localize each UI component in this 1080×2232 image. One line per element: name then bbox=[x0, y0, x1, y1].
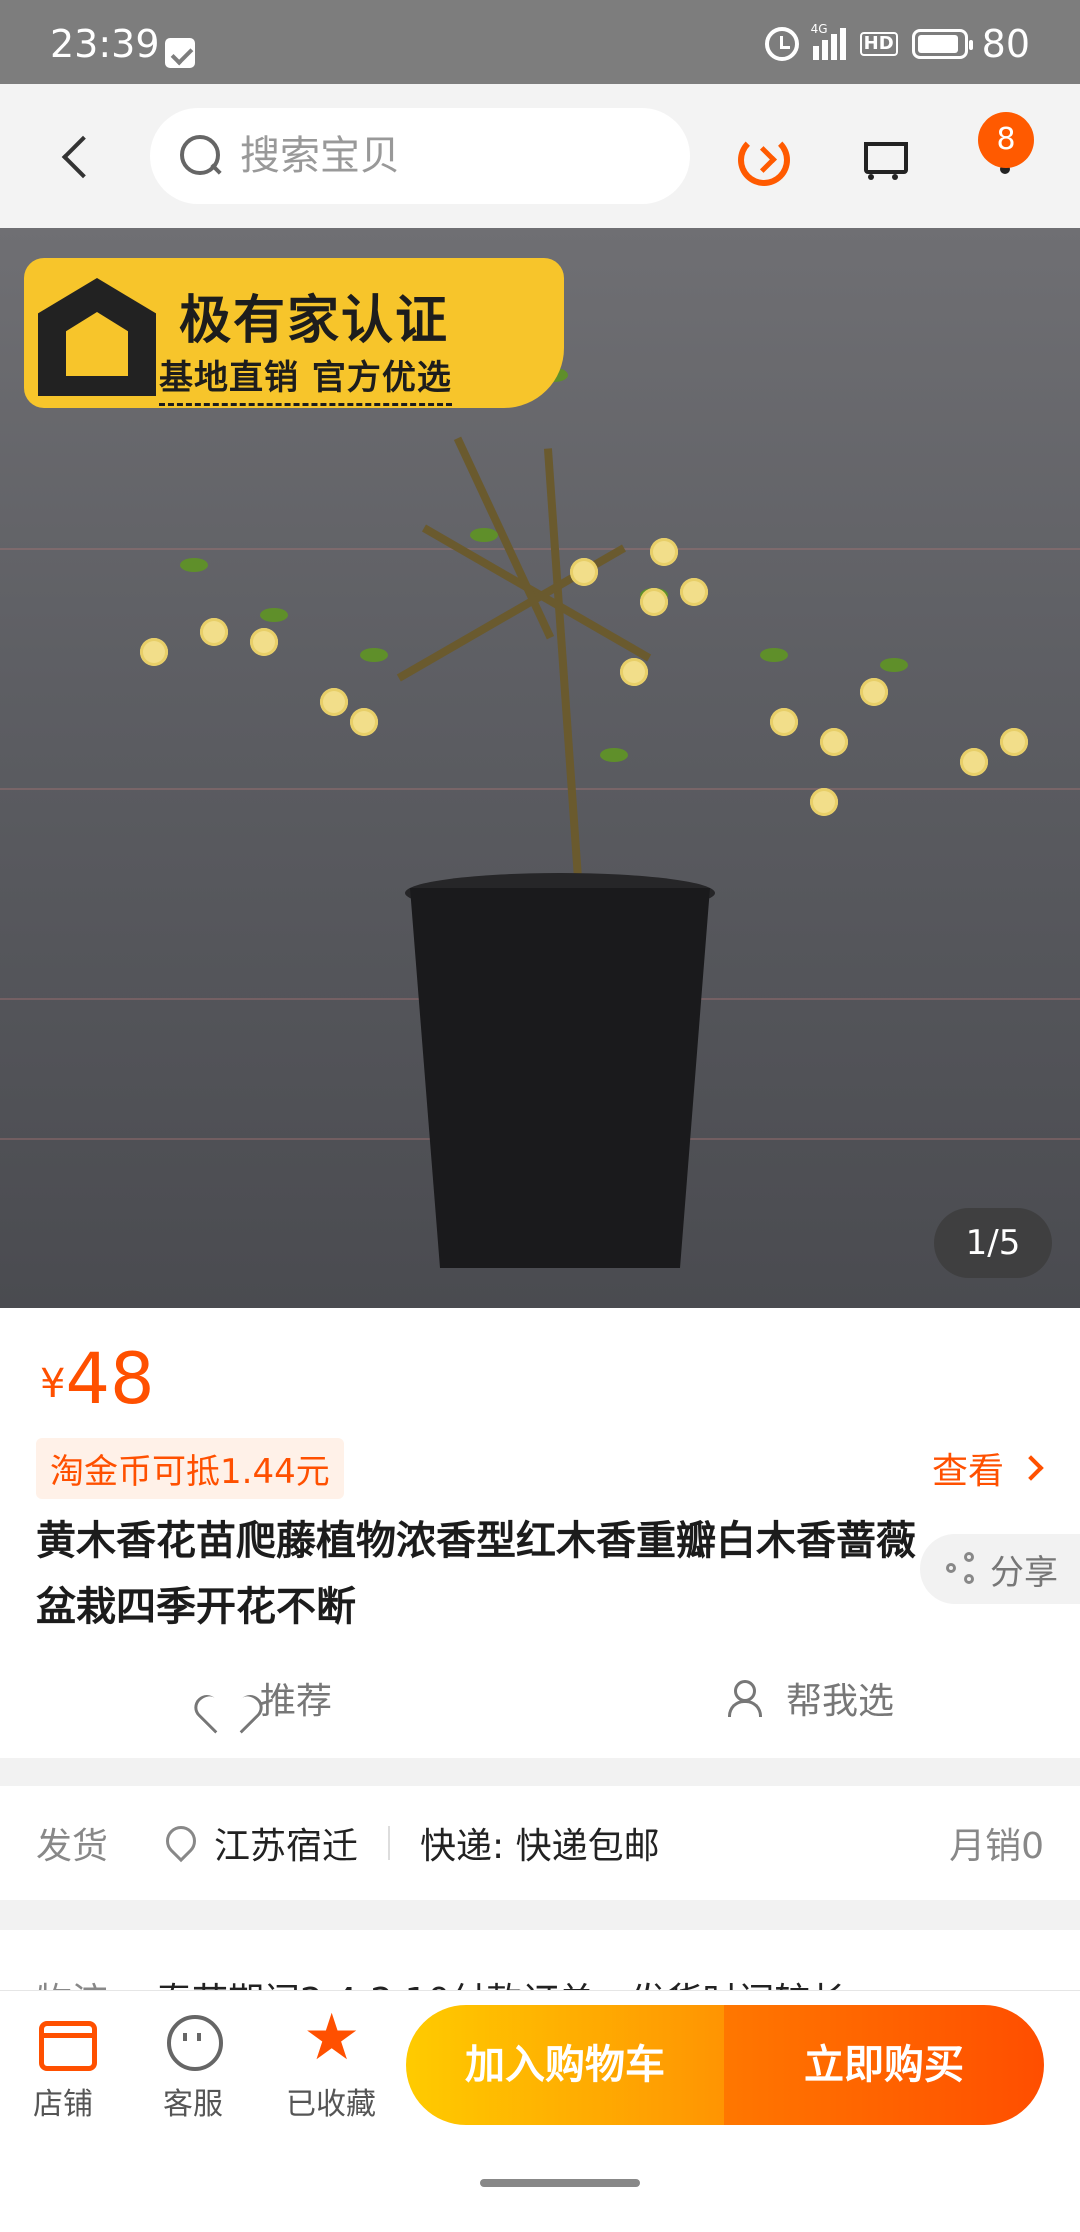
battery-icon bbox=[911, 29, 973, 59]
recommend-label: 推荐 bbox=[260, 1681, 333, 1722]
add-to-cart-button[interactable]: 加入购物车 bbox=[406, 2005, 724, 2125]
share-button[interactable]: 分享 bbox=[920, 1534, 1080, 1604]
buy-now-button[interactable]: 立即购买 bbox=[724, 2005, 1044, 2125]
price: ¥48 bbox=[40, 1338, 155, 1420]
product-info: ¥48 淘金币可抵1.44元 查看 黄木香花苗爬藤植物浓香型红木香重瓣白木香蔷薇… bbox=[0, 1308, 1080, 1758]
chevron-right-icon bbox=[1018, 1455, 1044, 1481]
favorite-button[interactable]: 已收藏 bbox=[276, 2001, 386, 2123]
shop-button[interactable]: 店铺 bbox=[8, 2011, 118, 2123]
battery-level: 80 bbox=[981, 22, 1030, 66]
alarm-icon bbox=[764, 27, 799, 61]
search-bar[interactable] bbox=[150, 108, 690, 204]
ship-from: 江苏宿迁 bbox=[214, 1826, 359, 1867]
location-icon bbox=[164, 1826, 192, 1860]
refresh-icon[interactable] bbox=[730, 124, 794, 188]
image-counter: 1/5 bbox=[934, 1208, 1052, 1278]
brand-logo-icon bbox=[38, 278, 156, 396]
logistics-text: 春节期间2.4-2.10付款订单，发货时间较长 bbox=[156, 1972, 846, 1990]
customer-service-icon bbox=[163, 2011, 223, 2071]
shipping-row[interactable]: 发货 江苏宿迁 快递: 快递包邮 月销0 bbox=[0, 1786, 1080, 1900]
back-icon[interactable] bbox=[58, 132, 98, 180]
recommend-button[interactable]: 推荐 bbox=[204, 1672, 332, 1724]
search-icon bbox=[180, 135, 222, 177]
bottom-action-bar: 店铺 客服 已收藏 加入购物车 立即购买 bbox=[0, 1990, 1080, 2232]
view-label: 查看 bbox=[931, 1451, 1004, 1492]
help-choose-label: 帮我选 bbox=[786, 1681, 895, 1722]
status-bar: 23:39 4G HD 80 bbox=[0, 0, 1080, 84]
status-icons: 4G HD 80 bbox=[764, 22, 1030, 66]
cert-title: 极有家认证 bbox=[179, 291, 450, 351]
cert-subtitle: 基地直销 官方优选 bbox=[159, 350, 452, 406]
coin-discount-tag[interactable]: 淘金币可抵1.44元 bbox=[36, 1438, 344, 1499]
customer-service-button[interactable]: 客服 bbox=[138, 2011, 248, 2123]
star-icon bbox=[301, 2001, 361, 2075]
currency-symbol: ¥ bbox=[40, 1361, 66, 1407]
price-amount: 48 bbox=[65, 1338, 155, 1420]
heart-icon bbox=[204, 1679, 246, 1717]
divider bbox=[388, 1826, 390, 1860]
hd-voice-icon: HD bbox=[859, 32, 898, 56]
monthly-sales: 月销0 bbox=[949, 1826, 1044, 1867]
signal-icon: 4G bbox=[811, 22, 846, 60]
help-choose-button[interactable]: 帮我选 bbox=[726, 1672, 894, 1724]
product-title: 黄木香花苗爬藤植物浓香型红木香重瓣白木香蔷薇盆栽四季开花不断 bbox=[36, 1518, 916, 1630]
favorited-label: 已收藏 bbox=[286, 2087, 376, 2122]
view-link[interactable]: 查看 bbox=[931, 1442, 1044, 1494]
product-image[interactable]: 极有家认证 基地直销 官方优选 1/5 bbox=[0, 228, 1080, 1308]
certification-badge: 极有家认证 基地直销 官方优选 bbox=[24, 258, 564, 408]
shipping-label: 发货 bbox=[36, 1826, 109, 1867]
cart-icon[interactable] bbox=[852, 124, 916, 188]
logistics-label: 物流 bbox=[36, 1972, 108, 1990]
search-input[interactable] bbox=[240, 133, 660, 179]
shop-icon bbox=[33, 2011, 97, 2071]
service-label: 客服 bbox=[163, 2087, 223, 2122]
share-icon bbox=[946, 1552, 980, 1586]
notification-icon bbox=[165, 38, 195, 68]
cart-badge: 8 bbox=[978, 112, 1034, 168]
share-label: 分享 bbox=[990, 1552, 1058, 1593]
logistics-row[interactable]: 物流 春节期间2.4-2.10付款订单，发货时间较长 bbox=[0, 1930, 1080, 1990]
home-indicator[interactable] bbox=[480, 2179, 640, 2187]
status-time: 23:39 bbox=[50, 22, 160, 66]
people-icon bbox=[726, 1678, 772, 1718]
shop-label: 店铺 bbox=[33, 2087, 93, 2122]
shipping-method: 快递: 快递包邮 bbox=[420, 1826, 660, 1867]
top-nav bbox=[0, 84, 1080, 228]
